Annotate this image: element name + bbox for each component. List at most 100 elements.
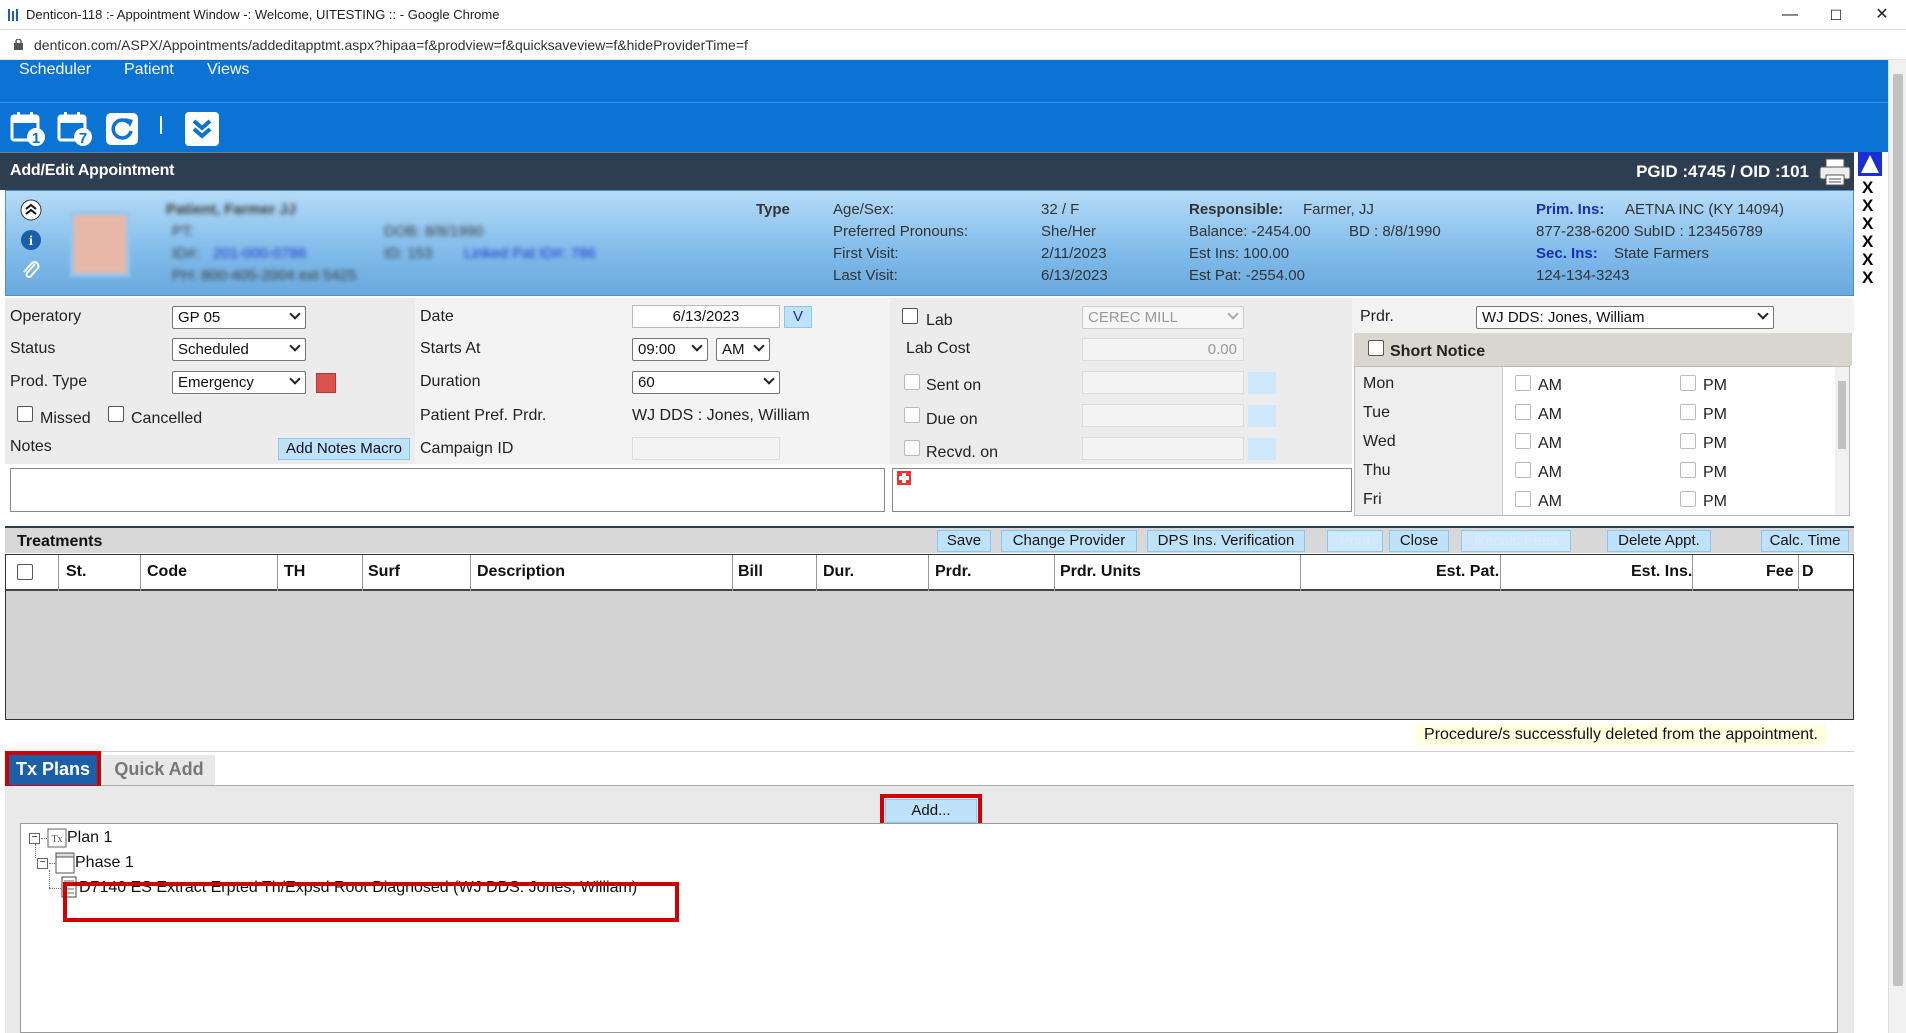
thu-pm-checkbox[interactable] bbox=[1680, 462, 1696, 478]
paperclip-icon[interactable] bbox=[20, 259, 42, 281]
wed-am-checkbox[interactable] bbox=[1515, 433, 1531, 449]
prodtype-select[interactable]: Emergency bbox=[172, 371, 306, 394]
minimize-button[interactable]: — bbox=[1767, 0, 1813, 30]
scroll-top-icon[interactable] bbox=[1858, 152, 1882, 176]
column-divider bbox=[470, 555, 471, 591]
col-est-pat[interactable]: Est. Pat. bbox=[1436, 563, 1499, 581]
short-notice-checkbox[interactable] bbox=[1368, 340, 1384, 356]
close-x-icon[interactable]: X bbox=[1862, 214, 1873, 234]
close-x-icon[interactable]: X bbox=[1862, 232, 1873, 252]
due-on-input[interactable] bbox=[1082, 404, 1244, 427]
recvd-on-checkbox[interactable] bbox=[904, 440, 920, 456]
tue-am-checkbox[interactable] bbox=[1515, 404, 1531, 420]
starts-hour-select[interactable]: 09:00 bbox=[632, 338, 708, 361]
sent-on-checkbox[interactable] bbox=[904, 374, 920, 390]
url-text[interactable]: denticon.com/ASPX/Appointments/addeditap… bbox=[34, 37, 748, 53]
col-surface[interactable]: Surf bbox=[368, 563, 400, 581]
starts-ampm-select[interactable]: AM bbox=[716, 338, 770, 361]
column-divider bbox=[816, 555, 817, 591]
close-x-icon[interactable]: X bbox=[1862, 268, 1873, 288]
add-button[interactable]: Add... bbox=[880, 794, 982, 828]
col-description[interactable]: Description bbox=[477, 563, 565, 581]
add-notes-macro-button[interactable]: Add Notes Macro bbox=[278, 438, 410, 460]
sent-on-input[interactable] bbox=[1082, 371, 1244, 394]
col-fee[interactable]: Fee bbox=[1766, 563, 1794, 581]
days-scroll-thumb[interactable] bbox=[1838, 381, 1846, 449]
page-scroll-thumb[interactable] bbox=[1893, 74, 1903, 986]
collapse-phase-icon[interactable]: − bbox=[37, 858, 48, 869]
tue-pm-checkbox[interactable] bbox=[1680, 404, 1696, 420]
phase-node[interactable]: Phase 1 bbox=[75, 854, 134, 872]
recvd-on-input[interactable] bbox=[1082, 437, 1244, 460]
address-bar[interactable]: denticon.com/ASPX/Appointments/addeditap… bbox=[0, 30, 1906, 60]
campaign-id-input[interactable] bbox=[632, 437, 780, 460]
tab-quick-add[interactable]: Quick Add bbox=[103, 755, 215, 785]
fri-pm-checkbox[interactable] bbox=[1680, 491, 1696, 507]
duration-select[interactable]: 60 bbox=[632, 371, 780, 394]
menu-patient[interactable]: Patient bbox=[124, 60, 174, 84]
col-tooth[interactable]: TH bbox=[284, 563, 305, 581]
col-provider[interactable]: Prdr. bbox=[935, 563, 971, 581]
close-x-icon[interactable]: X bbox=[1862, 250, 1873, 270]
cancelled-checkbox[interactable] bbox=[108, 406, 124, 422]
close-x-icon[interactable]: X bbox=[1862, 178, 1873, 198]
menu-scheduler[interactable]: Scheduler bbox=[19, 60, 91, 84]
status-select[interactable]: Scheduled bbox=[172, 338, 306, 361]
missed-checkbox[interactable] bbox=[17, 406, 33, 422]
select-all-checkbox[interactable] bbox=[17, 564, 33, 580]
calc-time-button[interactable]: Calc. Time bbox=[1761, 530, 1849, 552]
info-icon[interactable]: i bbox=[20, 229, 42, 251]
close-x-icon[interactable]: X bbox=[1862, 196, 1873, 216]
tab-tx-plans[interactable]: Tx Plans bbox=[5, 751, 101, 789]
chevron-down-icon bbox=[289, 340, 301, 352]
days-scrollbar[interactable] bbox=[1835, 367, 1849, 515]
due-on-date-button[interactable] bbox=[1248, 405, 1276, 427]
lab-select[interactable]: CEREC MILL bbox=[1082, 306, 1244, 329]
mon-am-checkbox[interactable] bbox=[1515, 375, 1531, 391]
linked-pat-link[interactable]: Linked Pat ID#: 786 bbox=[464, 245, 596, 262]
change-provider-button[interactable]: Change Provider bbox=[1001, 530, 1137, 552]
page-scrollbar[interactable] bbox=[1888, 60, 1906, 1033]
sent-on-date-button[interactable] bbox=[1248, 372, 1276, 394]
calendar-week-icon[interactable]: 7 bbox=[57, 109, 93, 147]
mon-pm-checkbox[interactable] bbox=[1680, 375, 1696, 391]
dps-ins-verification-button[interactable]: DPS Ins. Verification bbox=[1147, 530, 1305, 552]
lab-cost-input[interactable]: 0.00 bbox=[1082, 338, 1244, 361]
notes-textarea[interactable] bbox=[10, 468, 885, 512]
col-status[interactable]: St. bbox=[66, 563, 86, 581]
print-button[interactable]: Print bbox=[1327, 530, 1383, 552]
wed-pm-checkbox[interactable] bbox=[1680, 433, 1696, 449]
recalc-fees-button[interactable]: Recalc Fees bbox=[1461, 530, 1571, 552]
calendar-day-icon[interactable]: 1 bbox=[10, 109, 46, 147]
collapse-up-icon[interactable] bbox=[20, 199, 42, 221]
recvd-on-date-button[interactable] bbox=[1248, 438, 1276, 460]
menu-views[interactable]: Views bbox=[207, 60, 249, 84]
delete-appt-button[interactable]: Delete Appt. bbox=[1607, 530, 1711, 552]
notes-secondary-textarea[interactable] bbox=[892, 468, 1352, 512]
prdr-select[interactable]: WJ DDS: Jones, William bbox=[1476, 306, 1774, 329]
fri-am-checkbox[interactable] bbox=[1515, 491, 1531, 507]
bottom-tabs: Tx Plans Quick Add bbox=[5, 751, 1854, 789]
close-window-button[interactable]: ✕ bbox=[1859, 0, 1905, 30]
printer-icon[interactable] bbox=[1818, 157, 1852, 187]
lab-checkbox[interactable] bbox=[902, 308, 918, 324]
plan-node[interactable]: Plan 1 bbox=[67, 829, 112, 847]
thu-am-checkbox[interactable] bbox=[1515, 462, 1531, 478]
col-bill[interactable]: Bill bbox=[738, 563, 763, 581]
patient-id-link[interactable]: 201-000-0786 bbox=[213, 245, 306, 262]
due-on-checkbox[interactable] bbox=[904, 407, 920, 423]
operatory-select[interactable]: GP 05 bbox=[172, 306, 306, 329]
save-button[interactable]: Save bbox=[937, 530, 991, 552]
date-picker-button[interactable]: V bbox=[784, 306, 812, 328]
date-input[interactable]: 6/13/2023 bbox=[632, 305, 780, 328]
maximize-button[interactable]: ☐ bbox=[1813, 0, 1859, 30]
refresh-icon[interactable] bbox=[104, 109, 140, 147]
col-provider-units[interactable]: Prdr. Units bbox=[1060, 563, 1141, 581]
collapse-plan-icon[interactable]: − bbox=[29, 833, 40, 844]
col-est-ins[interactable]: Est. Ins. bbox=[1631, 563, 1692, 581]
col-duration[interactable]: Dur. bbox=[823, 563, 854, 581]
collapse-down-icon[interactable] bbox=[184, 109, 220, 147]
col-d[interactable]: D bbox=[1802, 563, 1814, 581]
col-code[interactable]: Code bbox=[147, 563, 187, 581]
close-button[interactable]: Close bbox=[1389, 530, 1449, 552]
